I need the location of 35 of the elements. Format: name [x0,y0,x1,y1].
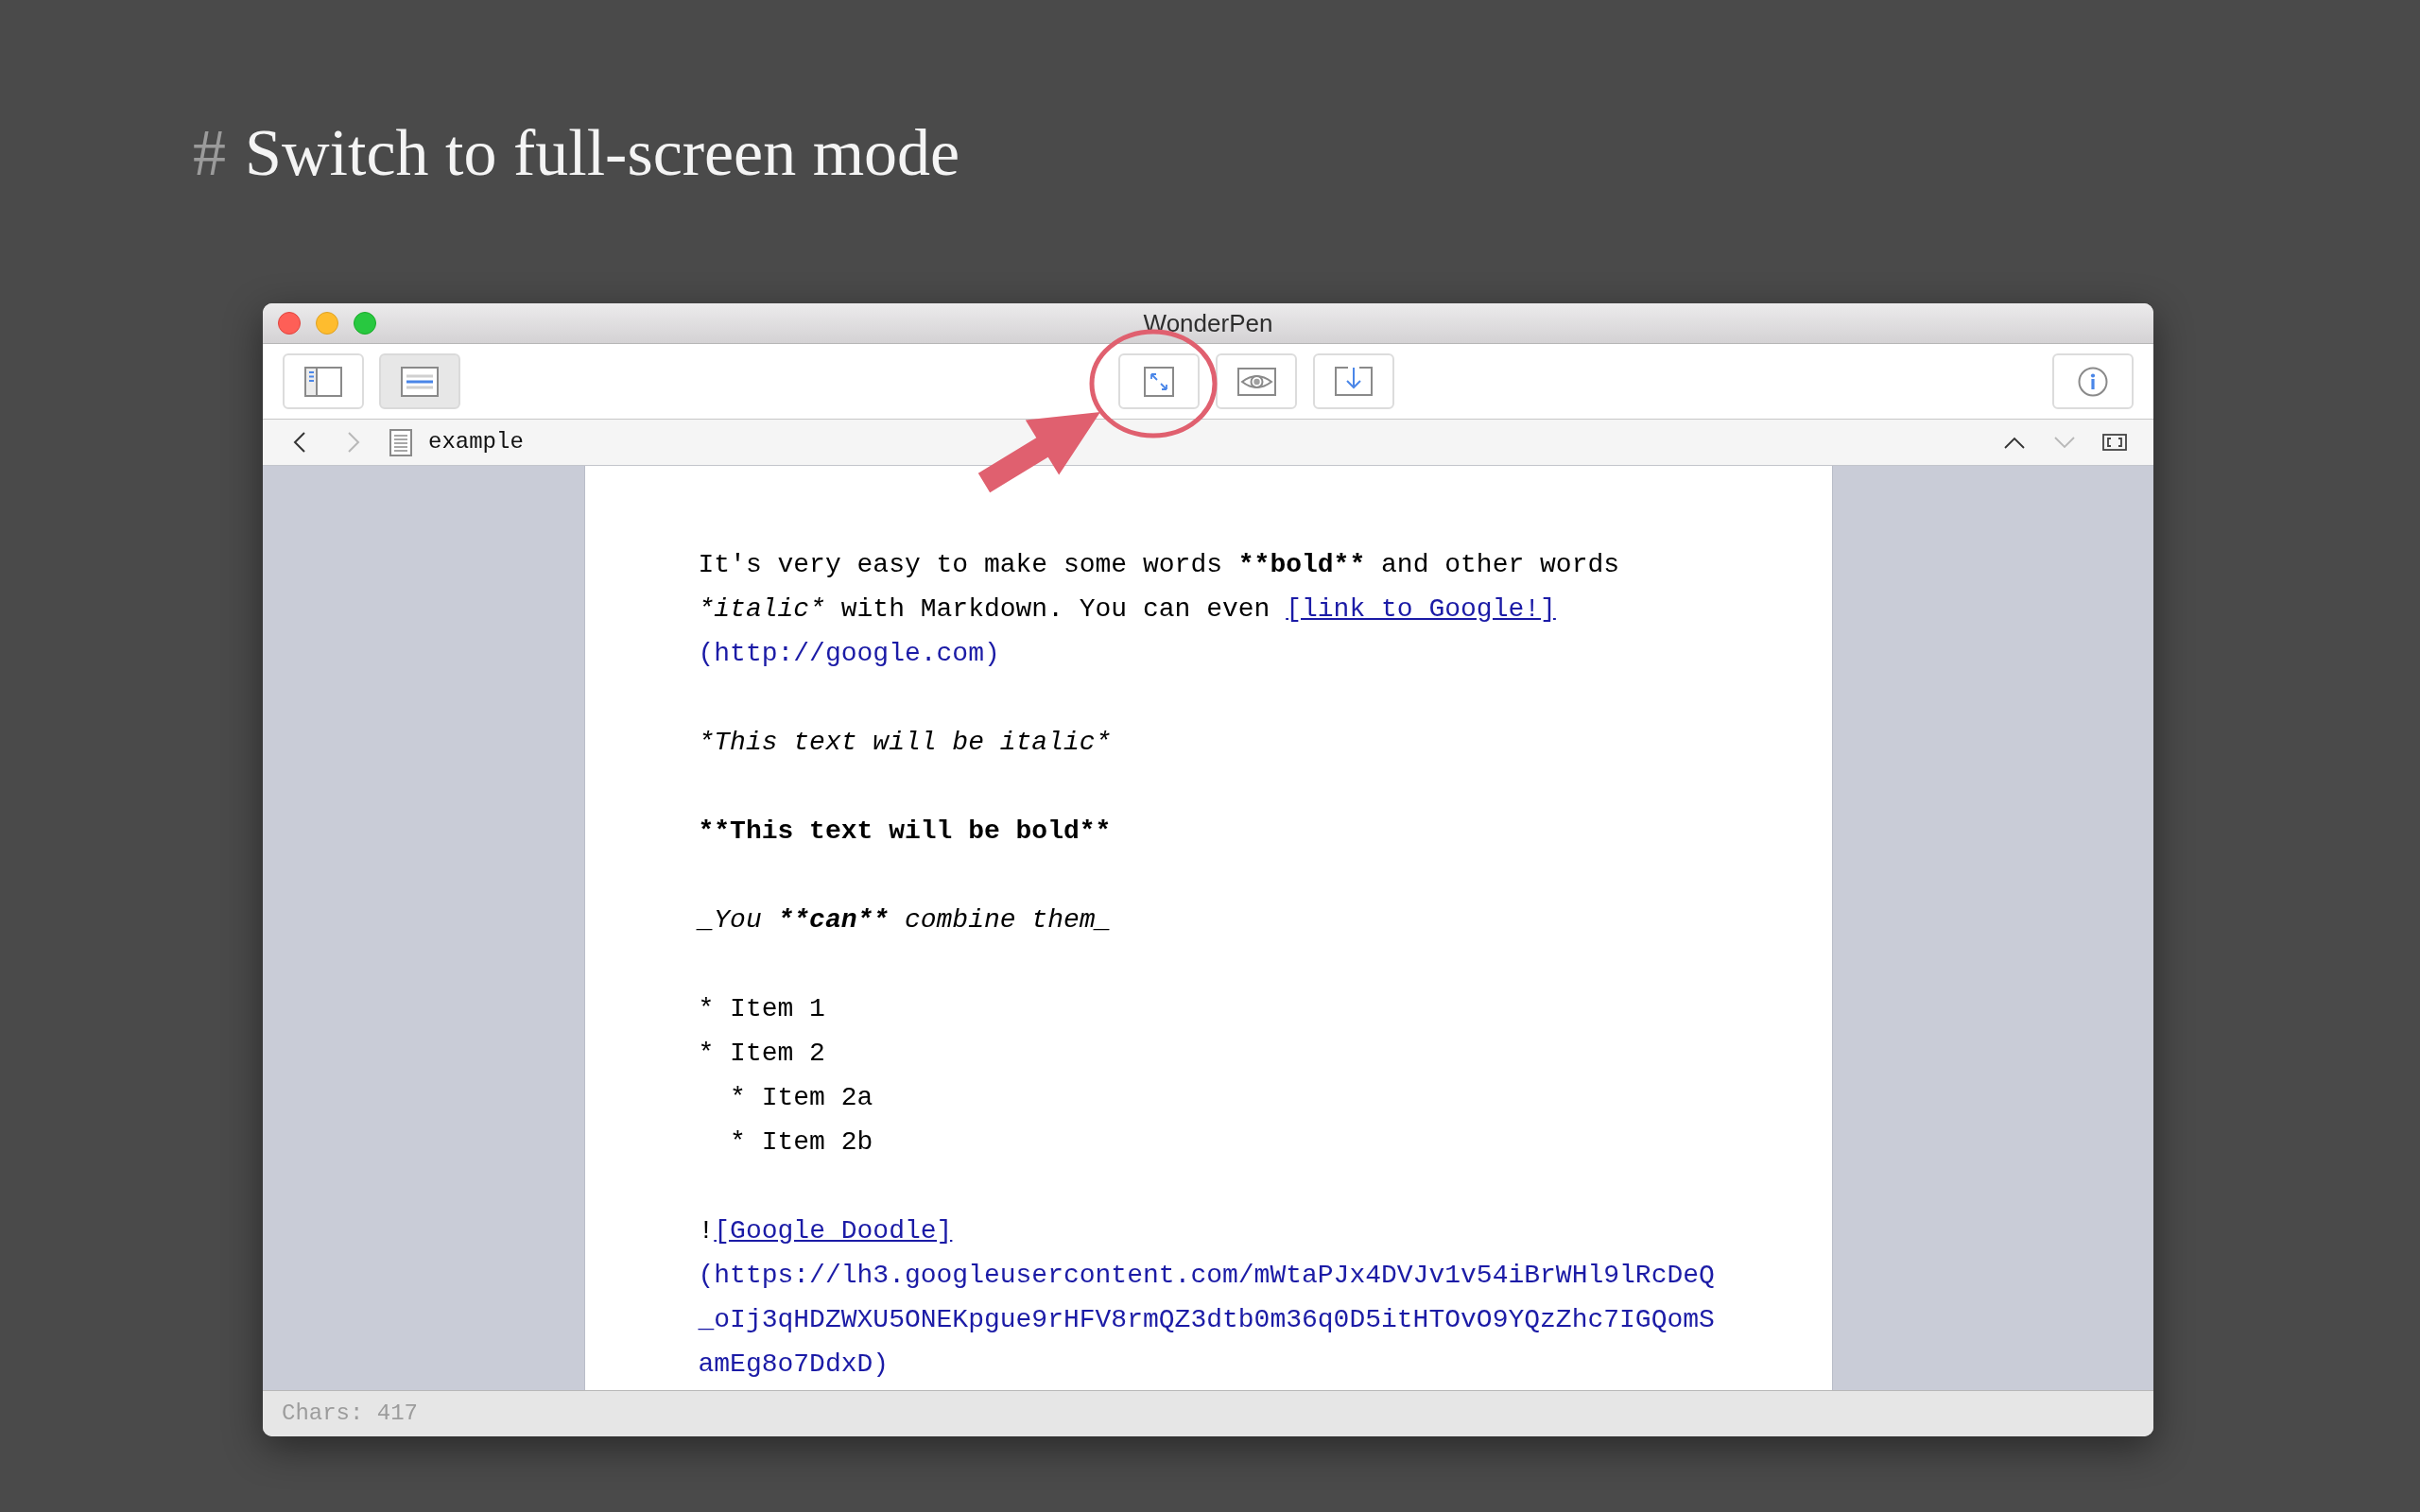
markdown-text: **This text will be bold** [698,816,1112,848]
close-icon[interactable] [278,312,301,335]
list-item-text: * Item 1 [698,993,825,1025]
markdown-text: ![Google Doodle] (https://lh3.googleusercontent.com/mWtaPJx4DVJv1v54iBrWHl9lRcDeQ_oIj3qHDZWXU5ONEKpgue9rHFV8rmQZ3dtb0m36q0D5itHTOvO9YQzZhc7IGQomSamEg8o7DdxD) [698,1215,1716,1381]
list-item-text: * Item 2 [698,1038,825,1070]
markdown-link[interactable]: [link to Google!] [1286,594,1556,624]
preview-button[interactable] [1216,353,1297,409]
bracket-frame-icon[interactable] [2102,434,2127,451]
back-icon[interactable] [293,432,305,453]
export-button[interactable] [1313,353,1394,409]
markdown-link[interactable]: [Google Doodle] [714,1216,953,1246]
download-icon [1335,367,1373,396]
list-item-text: * Item 2b [730,1126,873,1159]
heading-title: Switch to full-screen mode [245,120,960,186]
editor-view-button[interactable] [379,353,460,409]
markdown-text: It's very easy to make some words **bold** and other words *italic* with Markdown. You can even [link to Google!] (http://google.com) [698,549,1621,670]
markdown-text: _You **can** combine them_ [698,904,1112,936]
window-title: WonderPen [1143,311,1273,335]
info-icon [2078,366,2108,397]
markdown-text: *This text will be italic* [698,727,1112,759]
document-name: example [428,431,524,454]
info-button[interactable] [2052,353,2134,409]
list-item-text: * Item 2a [730,1082,873,1114]
fullscreen-button[interactable] [1118,353,1200,409]
maximize-icon[interactable] [354,312,376,335]
sidebar-layout-icon [304,366,342,397]
heading-marker: # [193,120,226,186]
eye-icon [1236,367,1276,396]
text-lines-icon [401,366,439,397]
expand-arrows-icon [1144,366,1174,397]
char-count: Chars: 417 [282,1402,419,1425]
sidebar-view-button[interactable] [283,353,364,409]
up-chevron-icon[interactable] [2004,436,2025,449]
minimize-icon[interactable] [316,312,338,335]
document-icon [389,428,412,456]
